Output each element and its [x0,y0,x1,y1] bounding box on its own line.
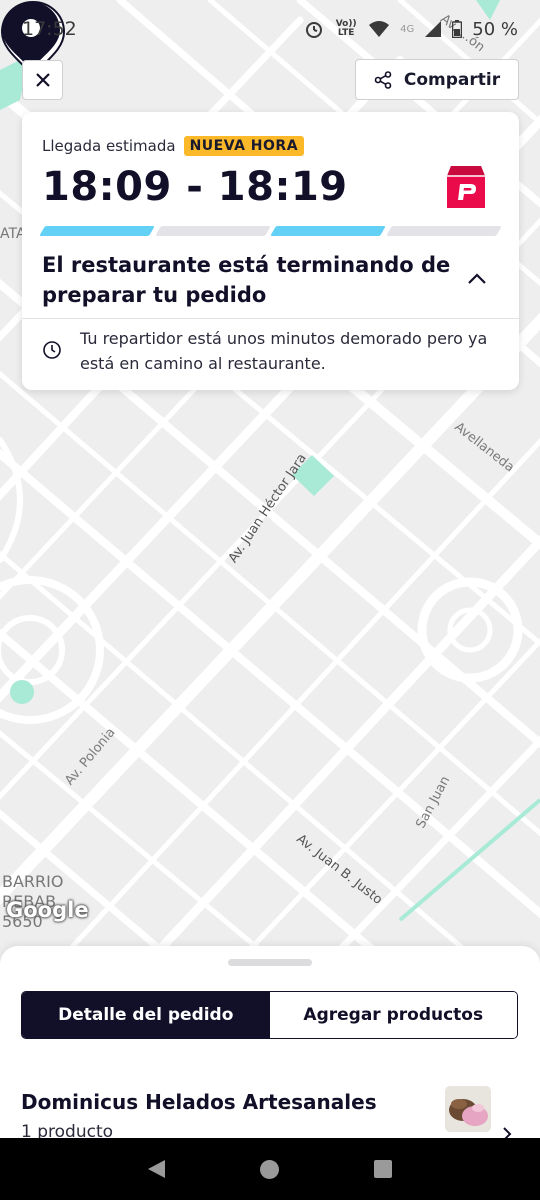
status-bar: 17:52 Vo)) LTE 4G 50 % [0,0,540,58]
progress-segment [39,226,155,236]
order-status-card: Llegada estimada NUEVA HORA 18:09 - 18:1… [22,112,519,390]
delay-note: Tu repartidor está unos minutos demorado… [80,329,488,373]
signal-icon [425,21,442,37]
close-icon [35,73,50,87]
network-type: 4G [400,23,415,35]
back-icon[interactable] [147,1160,165,1178]
eta-label: Llegada estimada [42,137,176,155]
new-time-badge: NUEVA HORA [183,136,305,156]
order-bottom-sheet[interactable]: Detalle del pedido Agregar productos Dom… [0,946,540,1138]
progress-segment [154,226,270,236]
order-progress-bar [39,226,501,236]
alarm-icon [306,22,323,38]
share-button[interactable]: Compartir [355,59,519,100]
progress-segment [385,226,501,236]
wifi-icon [369,21,390,37]
progress-segment-fill [154,226,161,236]
tab-order-detail[interactable]: Detalle del pedido [22,992,270,1038]
share-label: Compartir [403,69,501,90]
status-time: 17:52 [22,18,77,40]
progress-segment-fill [39,226,155,236]
restaurant-thumbnail[interactable] [445,1086,491,1132]
progress-segment-fill [270,226,386,236]
order-status-title: El restaurante está terminando de prepar… [42,253,451,307]
progress-segment-fill [385,226,392,236]
tab-add-products[interactable]: Agregar productos [269,992,517,1038]
share-icon [374,70,392,89]
battery-level: 50 % [472,18,518,40]
close-button[interactable] [22,60,63,100]
progress-segment [270,226,386,236]
home-icon[interactable] [259,1159,279,1179]
sheet-drag-handle[interactable] [228,959,312,966]
clock-icon [43,341,61,359]
order-tabs: Detalle del pedido Agregar productos [21,991,518,1039]
system-nav-bar [0,1138,540,1200]
chevron-right-icon [503,1127,512,1138]
status-icons: Vo)) LTE 4G 50 % [304,19,518,40]
restaurant-name[interactable]: Dominicus Helados Artesanales [21,1090,377,1114]
eta-time-range: 18:09 - 18:19 [42,164,348,210]
recent-apps-icon[interactable] [374,1160,393,1178]
product-count: 1 producto [21,1122,114,1138]
battery-icon [452,20,463,38]
card-divider [22,318,519,319]
chevron-up-icon[interactable] [466,268,488,290]
eta-header: Llegada estimada NUEVA HORA [42,136,499,156]
pedidosya-bag-icon [447,166,485,208]
google-logo: Google [6,898,89,922]
volte-indicator: Vo)) LTE [335,19,357,38]
